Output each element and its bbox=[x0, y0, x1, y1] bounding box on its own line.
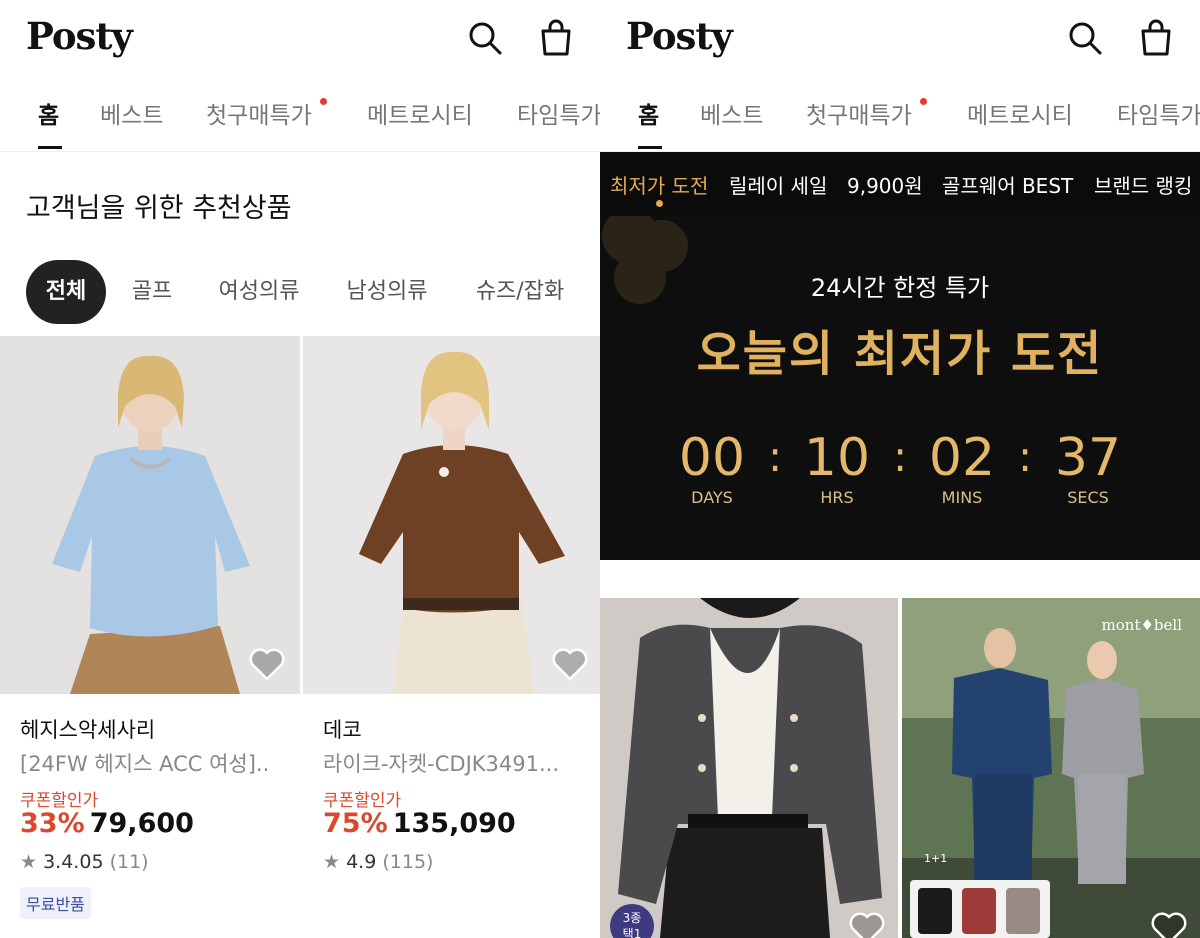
countdown-days-label: DAYS bbox=[691, 488, 733, 507]
rating-value: 4.9 bbox=[346, 851, 377, 873]
product-card[interactable]: 데코 라이크-자켓-CDJK3491... 쿠폰할인가 75% 135,090 … bbox=[303, 336, 600, 873]
countdown-hours-label: HRS bbox=[820, 488, 854, 507]
tab-first-purchase[interactable]: 첫구매특가 bbox=[206, 96, 312, 130]
product-name[interactable]: [24FW 헤지스 ACC 여성].. bbox=[20, 748, 290, 778]
deal-product-tile[interactable]: mont♦bell 1+1 bbox=[902, 598, 1200, 938]
tab-time-deal[interactable]: 타임특가 bbox=[517, 96, 600, 130]
section-title: 고객님을 위한 추천상품 bbox=[26, 193, 292, 224]
star-icon: ★ bbox=[20, 851, 38, 873]
countdown-seconds: 37 bbox=[1054, 428, 1122, 488]
shopping-bag-icon[interactable] bbox=[1136, 18, 1176, 58]
chip-golf[interactable]: 골프 bbox=[120, 260, 184, 324]
logo[interactable]: Posty bbox=[626, 14, 733, 58]
search-icon[interactable] bbox=[1065, 18, 1105, 58]
product-photo-sweater bbox=[0, 336, 300, 694]
category-chips: 전체 골프 여성의류 남성의류 슈즈/잡화 bbox=[0, 260, 600, 324]
main-nav: 홈 베스트 첫구매특가 메트로시티 타임특가 bbox=[0, 86, 600, 152]
variant-thumbnails bbox=[910, 880, 1050, 938]
price: 79,600 bbox=[89, 808, 194, 839]
discount-rate: 75% bbox=[323, 808, 388, 839]
product-image[interactable] bbox=[0, 336, 300, 694]
rating: ★ 4.9 (115) bbox=[323, 851, 433, 873]
wishlist-heart-icon[interactable] bbox=[551, 646, 589, 682]
countdown-seconds-label: SECS bbox=[1067, 488, 1109, 507]
review-count: (115) bbox=[382, 851, 434, 873]
tab-metrocity[interactable]: 메트로시티 bbox=[967, 96, 1073, 130]
tab-first-purchase[interactable]: 첫구매특가 bbox=[806, 96, 912, 130]
price-row: 33% 79,600 bbox=[20, 808, 194, 839]
search-icon[interactable] bbox=[465, 18, 505, 58]
left-screen: Posty 홈 베스트 첫구매특가 메트로시티 타임특가 고객님을 위한 추천상… bbox=[0, 0, 600, 938]
product-image[interactable] bbox=[303, 336, 600, 694]
active-tab-indicator bbox=[638, 146, 662, 149]
tab-time-deal[interactable]: 타임특가 bbox=[1117, 96, 1200, 130]
subtab-golf-best[interactable]: 골프웨어 BEST bbox=[942, 170, 1073, 199]
deal-product-tile[interactable]: 3종 택1 bbox=[600, 598, 898, 938]
tab-home[interactable]: 홈 bbox=[38, 96, 59, 130]
countdown-days: 00 bbox=[678, 428, 746, 488]
subtab-lowest-price[interactable]: 최저가 도전 bbox=[610, 170, 708, 199]
chip-all[interactable]: 전체 bbox=[26, 260, 106, 324]
product-name[interactable]: 라이크-자켓-CDJK3491... bbox=[323, 748, 593, 778]
product-photo-tweed-jacket bbox=[600, 598, 898, 938]
tab-home[interactable]: 홈 bbox=[638, 96, 659, 130]
new-dot bbox=[320, 98, 327, 105]
deal-banner[interactable]: 24시간 한정 특가 오늘의 최저가 도전 00 DAYS : 10 HRS :… bbox=[600, 216, 1200, 560]
rating: ★ 3.4.05 (11) bbox=[20, 851, 149, 873]
chip-shoes-goods[interactable]: 슈즈/잡화 bbox=[462, 260, 578, 324]
right-screen: Posty 홈 베스트 첫구매특가 메트로시티 타임특가 최저가 도전 릴레이 … bbox=[600, 0, 1200, 938]
promo-tag: 1+1 bbox=[924, 852, 948, 865]
active-subtab-dot bbox=[656, 200, 663, 207]
shopping-bag-icon[interactable] bbox=[536, 18, 576, 58]
logo[interactable]: Posty bbox=[26, 14, 133, 58]
review-count: (11) bbox=[109, 851, 149, 873]
product-brand: 헤지스악세사리 bbox=[20, 718, 156, 742]
app-header: Posty bbox=[0, 0, 600, 80]
countdown-minutes-label: MINS bbox=[941, 488, 983, 507]
subtab-brand-ranking[interactable]: 브랜드 랭킹 bbox=[1094, 170, 1192, 199]
main-nav: 홈 베스트 첫구매특가 메트로시티 타임특가 bbox=[600, 86, 1200, 152]
wishlist-heart-icon[interactable] bbox=[1150, 910, 1188, 938]
price-row: 75% 135,090 bbox=[323, 808, 516, 839]
star-icon: ★ bbox=[323, 851, 341, 873]
wishlist-heart-icon[interactable] bbox=[248, 646, 286, 682]
tab-metrocity[interactable]: 메트로시티 bbox=[367, 96, 473, 130]
app-header: Posty bbox=[600, 0, 1200, 80]
price: 135,090 bbox=[392, 808, 516, 839]
tab-best[interactable]: 베스트 bbox=[700, 96, 763, 130]
brand-logo: mont♦bell bbox=[1101, 616, 1182, 634]
product-brand: 데코 bbox=[323, 718, 362, 742]
banner-subtitle: 24시간 한정 특가 bbox=[810, 274, 990, 302]
countdown-minutes: 02 bbox=[928, 428, 996, 488]
subtab-9900[interactable]: 9,900원 bbox=[847, 170, 923, 199]
free-return-badge: 무료반품 bbox=[20, 887, 91, 919]
tab-best[interactable]: 베스트 bbox=[100, 96, 163, 130]
deal-subnav: 최저가 도전 릴레이 세일 9,900원 골프웨어 BEST 브랜드 랭킹 bbox=[600, 152, 1200, 216]
new-dot bbox=[920, 98, 927, 105]
product-photo-knit-top bbox=[303, 336, 600, 694]
countdown-hours: 10 bbox=[803, 428, 871, 488]
banner-title: 오늘의 최저가 도전 bbox=[696, 326, 1104, 382]
subtab-relay-sale[interactable]: 릴레이 세일 bbox=[729, 170, 827, 199]
chip-women[interactable]: 여성의류 bbox=[206, 260, 312, 324]
product-card[interactable]: 헤지스악세사리 [24FW 헤지스 ACC 여성].. 쿠폰할인가 33% 79… bbox=[0, 336, 300, 919]
discount-rate: 33% bbox=[20, 808, 85, 839]
chip-men[interactable]: 남성의류 bbox=[334, 260, 440, 324]
active-tab-indicator bbox=[38, 146, 62, 149]
rating-value: 3.4.05 bbox=[43, 851, 104, 873]
wishlist-heart-icon[interactable] bbox=[848, 910, 886, 938]
